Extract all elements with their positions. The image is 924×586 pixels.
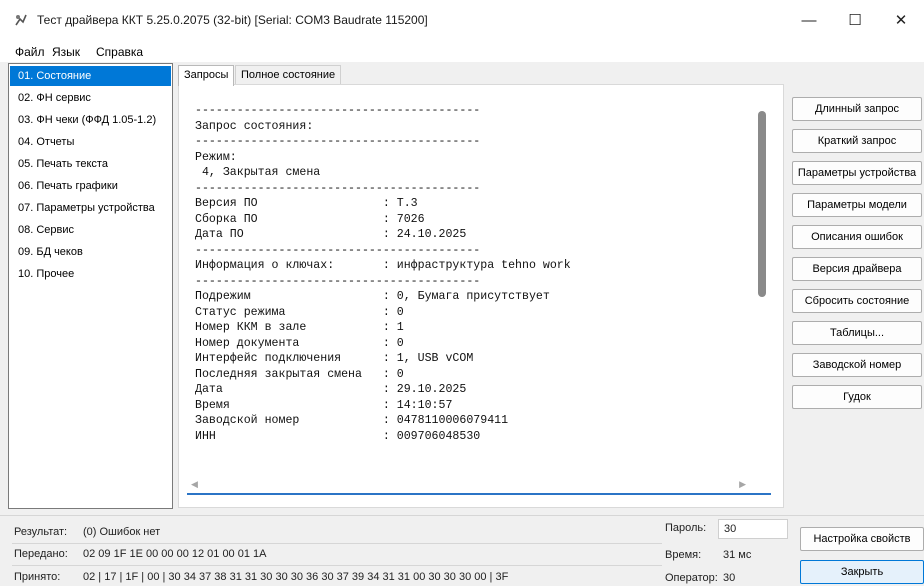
output-line: Дата ПО : 24.10.2025 xyxy=(195,228,467,241)
tab-full-state[interactable]: Полное состояние xyxy=(235,65,342,85)
title-bar: Тест драйвера ККТ 5.25.0.2075 (32-bit) [… xyxy=(0,0,924,40)
nav-item-fn-receipts[interactable]: 03. ФН чеки (ФФД 1.05-1.2) xyxy=(10,110,171,130)
output-line: ----------------------------------------… xyxy=(195,135,481,148)
horizontal-scrollbar[interactable]: ◀ ▶ xyxy=(187,475,754,493)
scroll-right-icon[interactable]: ▶ xyxy=(739,479,746,490)
output-line: Последняя закрытая смена : 0 xyxy=(195,367,404,381)
separator xyxy=(12,543,662,544)
close-icon: ✕ xyxy=(894,12,908,29)
output-line: Номер документа : 0 xyxy=(195,336,404,350)
time-value: 31 мс xyxy=(723,549,752,561)
output-line: Время : 14:10:57 xyxy=(195,398,453,412)
nav-item-reports[interactable]: 04. Отчеты xyxy=(10,132,171,152)
password-value: 30 xyxy=(724,523,737,535)
received-value: 02 | 17 | 1F | 00 | 30 34 37 38 31 31 30… xyxy=(83,571,509,583)
vertical-scrollbar[interactable] xyxy=(754,95,771,475)
result-label: Результат: xyxy=(14,526,68,538)
sent-label: Передано: xyxy=(14,548,68,560)
password-field[interactable]: 30 xyxy=(718,519,788,539)
device-params-button[interactable]: Параметры устройства xyxy=(792,161,922,185)
minimize-icon: — xyxy=(801,11,817,29)
driver-version-button[interactable]: Версия драйвера xyxy=(792,257,922,281)
tab-panel: ----------------------------------------… xyxy=(178,84,784,508)
received-label: Принято: xyxy=(14,571,61,583)
short-request-button[interactable]: Краткий запрос xyxy=(792,129,922,153)
output-textarea[interactable]: ----------------------------------------… xyxy=(187,95,771,495)
tables-button[interactable]: Таблицы... xyxy=(792,321,922,345)
output-line: Заводской номер : 0478110006079411 xyxy=(195,414,509,427)
output-line: Статус режима : 0 xyxy=(195,305,404,319)
nav-item-device-params[interactable]: 07. Параметры устройства xyxy=(10,198,171,218)
menu-bar: Файл Язык Справка xyxy=(0,40,924,62)
output-line: Номер ККМ в зале : 1 xyxy=(195,321,404,334)
result-value: (0) Ошибок нет xyxy=(83,526,161,538)
scrollbar-thumb[interactable] xyxy=(758,111,766,297)
menu-help[interactable]: Справка xyxy=(96,45,143,59)
output-line: ----------------------------------------… xyxy=(195,274,481,288)
tab-requests[interactable]: Запросы xyxy=(178,65,235,86)
output-line: Интерфейс подключения : 1, USB vCOM xyxy=(195,352,474,365)
maximize-icon: ☐ xyxy=(848,12,862,29)
minimize-button[interactable]: — xyxy=(786,0,832,40)
nav-item-fn-service[interactable]: 02. ФН сервис xyxy=(10,88,171,108)
app-icon xyxy=(15,14,27,26)
separator xyxy=(12,565,662,566)
close-button[interactable]: Закрыть xyxy=(800,560,924,584)
output-line: Информация о ключах: : инфраструктура te… xyxy=(195,259,571,272)
output-line: ----------------------------------------… xyxy=(195,104,481,117)
operator-label: Оператор: xyxy=(665,572,718,584)
sent-value: 02 09 1F 1E 00 00 00 12 01 00 01 1A xyxy=(83,548,267,560)
operator-value: 30 xyxy=(723,572,736,584)
maximize-button[interactable]: ☐ xyxy=(832,0,878,40)
output-line: Дата : 29.10.2025 xyxy=(195,383,467,396)
output-text: ----------------------------------------… xyxy=(195,103,571,444)
output-line: Сборка ПО : 7026 xyxy=(195,212,425,226)
beep-button[interactable]: Гудок xyxy=(792,385,922,409)
output-line: Подрежим : 0, Бумага присутствует xyxy=(195,290,550,303)
output-line: Запрос состояния: xyxy=(195,119,314,133)
long-request-button[interactable]: Длинный запрос xyxy=(792,97,922,121)
nav-item-service[interactable]: 08. Сервис xyxy=(10,220,171,240)
nav-item-receipts-db[interactable]: 09. БД чеков xyxy=(10,242,171,262)
menu-language[interactable]: Язык xyxy=(52,45,80,59)
output-line: ----------------------------------------… xyxy=(195,181,481,195)
nav-item-print-text[interactable]: 05. Печать текста xyxy=(10,154,171,174)
property-settings-button[interactable]: Настройка свойств xyxy=(800,527,924,551)
nav-item-print-graphics[interactable]: 06. Печать графики xyxy=(10,176,171,196)
scroll-left-icon[interactable]: ◀ xyxy=(191,479,198,490)
nav-list[interactable]: 01. Состояние 02. ФН сервис 03. ФН чеки … xyxy=(8,63,173,509)
output-line: ИНН : 009706048530 xyxy=(195,429,481,443)
output-line: Режим: xyxy=(195,150,237,164)
time-label: Время: xyxy=(665,549,702,561)
nav-item-status[interactable]: 01. Состояние xyxy=(10,66,171,86)
window-title: Тест драйвера ККТ 5.25.0.2075 (32-bit) [… xyxy=(37,13,428,27)
reset-state-button[interactable]: Сбросить состояние xyxy=(792,289,922,313)
status-area: Результат: (0) Ошибок нет Передано: 02 0… xyxy=(0,515,924,586)
serial-number-button[interactable]: Заводской номер xyxy=(792,353,922,377)
close-window-button[interactable]: ✕ xyxy=(878,0,924,40)
nav-item-other[interactable]: 10. Прочее xyxy=(10,264,171,284)
password-label: Пароль: xyxy=(665,522,707,534)
output-line: ----------------------------------------… xyxy=(195,243,481,257)
output-line: 4, Закрытая смена xyxy=(195,166,321,179)
error-descriptions-button[interactable]: Описания ошибок xyxy=(792,225,922,249)
output-line: Версия ПО : Т.3 xyxy=(195,197,418,210)
model-params-button[interactable]: Параметры модели xyxy=(792,193,922,217)
menu-file[interactable]: Файл xyxy=(15,45,45,59)
